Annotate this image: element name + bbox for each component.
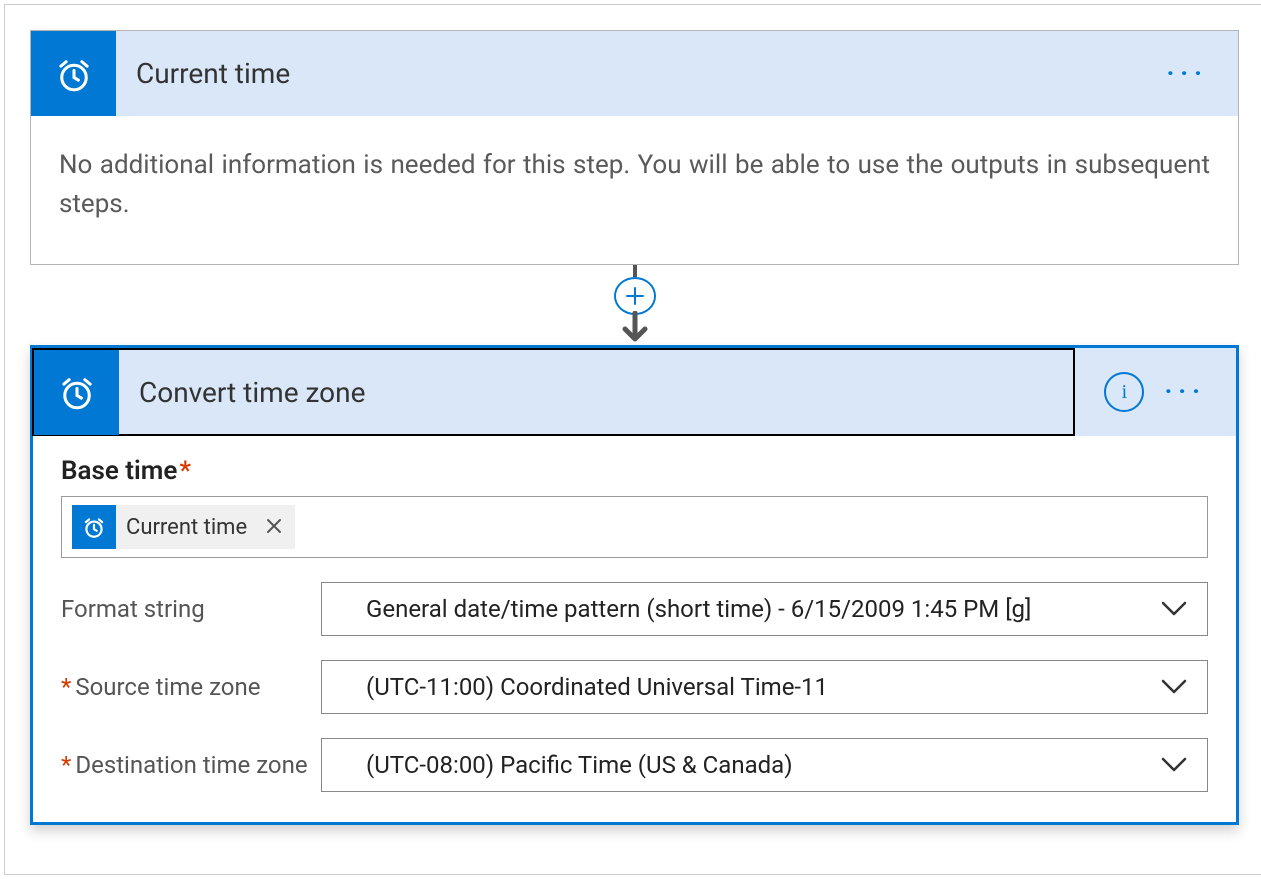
connector	[30, 265, 1239, 345]
info-icon[interactable]: i	[1104, 372, 1144, 412]
required-marker: *	[61, 751, 71, 779]
source-time-zone-label: *Source time zone	[61, 673, 321, 701]
add-step-button[interactable]	[614, 277, 656, 315]
dropdown-value: (UTC-11:00) Coordinated Universal Time-1…	[366, 673, 828, 701]
designer-canvas: Current time ··· No additional informati…	[4, 4, 1261, 875]
step-title: Convert time zone	[139, 376, 365, 409]
step-menu-button[interactable]: ···	[1166, 59, 1238, 89]
clock-icon	[72, 505, 116, 549]
step-convert-time-zone-card: Convert time zone i ··· Base time*	[30, 345, 1239, 825]
step-body: Base time* Current time	[33, 436, 1236, 822]
required-marker: *	[179, 456, 191, 486]
chevron-down-icon	[1161, 679, 1187, 695]
base-time-input[interactable]: Current time	[61, 496, 1208, 558]
clock-icon	[31, 31, 116, 116]
destination-time-zone-dropdown[interactable]: (UTC-08:00) Pacific Time (US & Canada)	[321, 738, 1208, 792]
connector-line	[633, 265, 637, 277]
format-string-row: Format string General date/time pattern …	[61, 582, 1208, 636]
required-marker: *	[61, 673, 71, 701]
arrow-down-icon	[618, 311, 652, 345]
step-title-bar[interactable]: Convert time zone	[32, 348, 1075, 436]
label-text: Format string	[61, 595, 205, 623]
step-header[interactable]: Current time ···	[31, 31, 1238, 116]
step-header: Convert time zone i ···	[33, 348, 1236, 436]
format-string-label: Format string	[61, 595, 321, 623]
dropdown-value: General date/time pattern (short time) -…	[366, 595, 1031, 623]
token-label: Current time	[116, 515, 253, 540]
chevron-down-icon	[1161, 757, 1187, 773]
chevron-down-icon	[1161, 601, 1187, 617]
step-current-time-card: Current time ··· No additional informati…	[30, 30, 1239, 265]
step-menu-button[interactable]: ···	[1164, 377, 1236, 407]
label-text: Base time	[61, 456, 177, 486]
remove-token-button[interactable]	[253, 513, 295, 541]
dropdown-value: (UTC-08:00) Pacific Time (US & Canada)	[366, 751, 793, 779]
step-title: Current time	[136, 57, 1166, 90]
clock-icon	[34, 350, 119, 435]
destination-time-zone-row: *Destination time zone (UTC-08:00) Pacif…	[61, 738, 1208, 792]
dynamic-content-token[interactable]: Current time	[72, 505, 295, 549]
base-time-label: Base time*	[61, 456, 1208, 486]
source-time-zone-dropdown[interactable]: (UTC-11:00) Coordinated Universal Time-1…	[321, 660, 1208, 714]
label-text: Source time zone	[75, 673, 260, 701]
format-string-dropdown[interactable]: General date/time pattern (short time) -…	[321, 582, 1208, 636]
step-body-text: No additional information is needed for …	[31, 116, 1238, 264]
source-time-zone-row: *Source time zone (UTC-11:00) Coordinate…	[61, 660, 1208, 714]
destination-time-zone-label: *Destination time zone	[61, 751, 321, 779]
label-text: Destination time zone	[75, 751, 307, 779]
